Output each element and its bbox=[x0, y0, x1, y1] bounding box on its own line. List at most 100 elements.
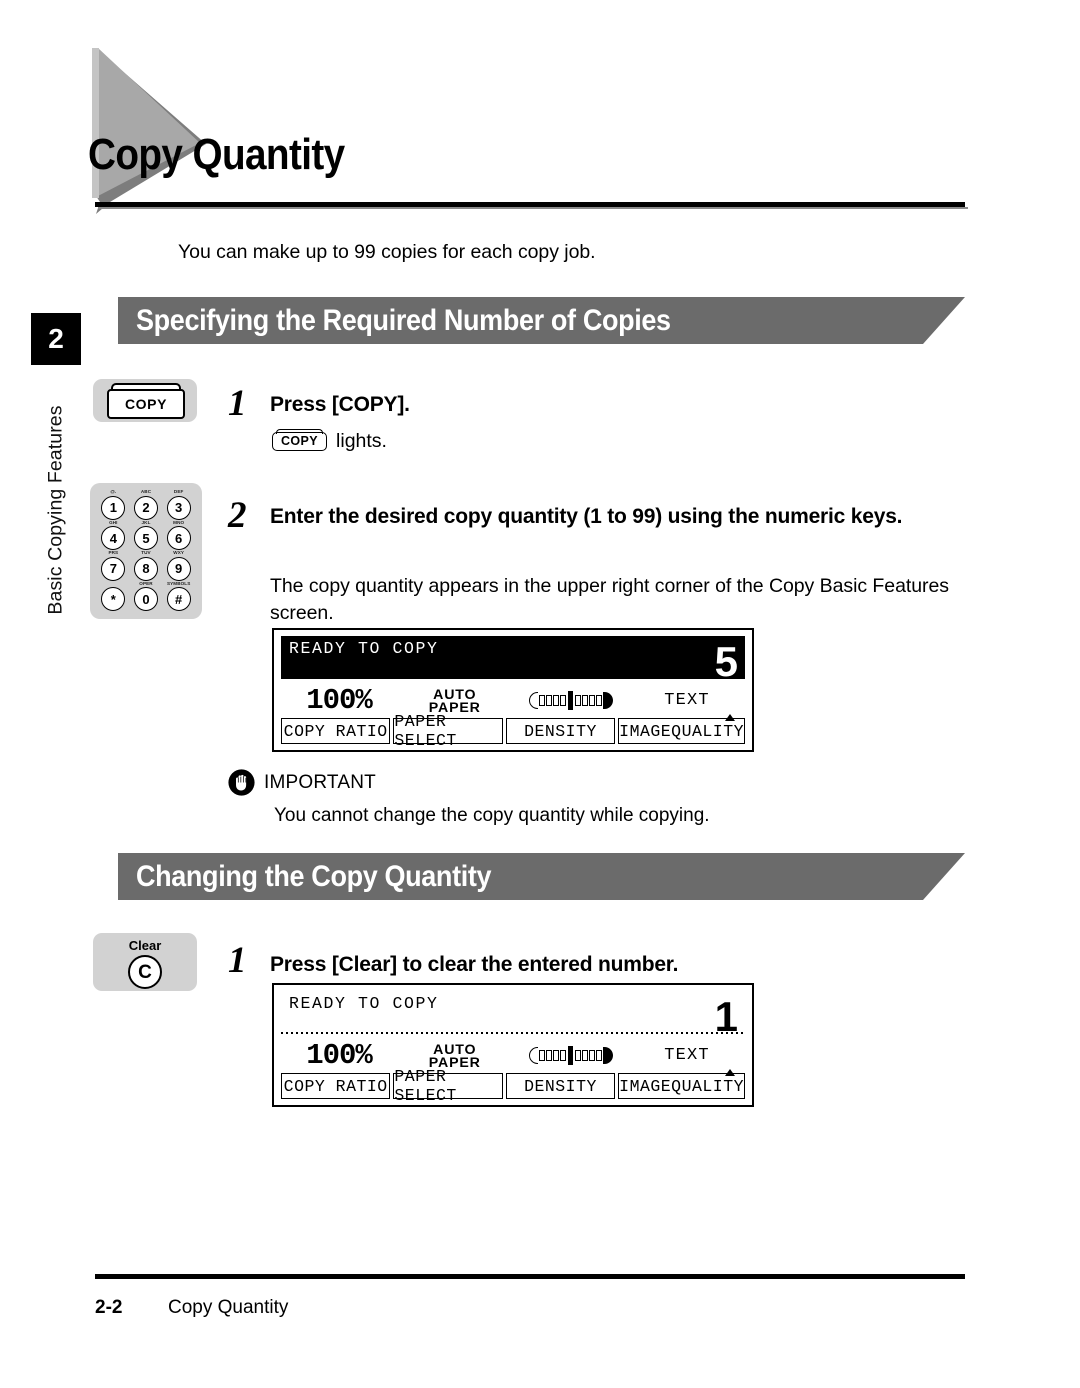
step-heading-enter-quantity: Enter the desired copy quantity (1 to 99… bbox=[270, 505, 903, 528]
keypad-key-sublabel: GHI bbox=[109, 519, 118, 525]
step-body-quantity-location: The copy quantity appears in the upper r… bbox=[270, 575, 949, 624]
intro-paragraph: You can make up to 99 copies for each co… bbox=[178, 241, 596, 263]
keypad-key-sublabel: ABC bbox=[140, 489, 152, 494]
step-number-2: 2 bbox=[228, 495, 247, 536]
lcd-image-quality-value-cell: TEXT bbox=[629, 1038, 745, 1073]
step-heading-press-copy: Press [COPY]. bbox=[270, 393, 410, 416]
clear-key-label: Clear bbox=[128, 938, 162, 953]
section-header-label: Specifying the Required Number of Copies bbox=[136, 303, 671, 337]
lcd-button-row: COPY RATIO PAPER SELECT DENSITY IMAGEQUA… bbox=[281, 1067, 745, 1105]
hand-icon bbox=[228, 769, 255, 796]
lcd-value-row: 100% AUTO PAPER TEXT bbox=[281, 683, 745, 718]
lcd-button-image-quality[interactable]: IMAGEQUALITY bbox=[618, 1069, 745, 1099]
lcd-button-copy-ratio[interactable]: COPY RATIO bbox=[281, 1073, 391, 1099]
footer-page-number: 2-2 bbox=[95, 1297, 123, 1318]
footer-rule bbox=[95, 1274, 965, 1279]
important-note-header: IMPORTANT bbox=[228, 769, 928, 796]
keypad-key-digit: * bbox=[101, 587, 126, 611]
keypad-key: * bbox=[97, 582, 130, 613]
numeric-keypad-illustration: @. 1 ABC 2 DEF 3 GHI 4 JKL 5 MNO 6 PRS 7… bbox=[90, 483, 202, 619]
lcd-status-bar: READY TO COPY 1 bbox=[281, 991, 745, 1038]
lcd-copy-ratio-value-cell: 100% bbox=[281, 1038, 397, 1073]
keypad-key-digit: 2 bbox=[133, 495, 158, 520]
keypad-key: OPER 0 bbox=[130, 580, 163, 613]
inline-copy-key-icon: COPY bbox=[272, 429, 328, 452]
keypad-key-digit: 9 bbox=[166, 556, 191, 581]
section-header-specifying-copies: Specifying the Required Number of Copies bbox=[118, 297, 965, 344]
lcd-screen-copy-basic-features-qty5: READY TO COPY 5 100% AUTO PAPER TEXT COP… bbox=[272, 628, 754, 752]
keypad-key-sublabel: OPER bbox=[139, 580, 153, 586]
keypad-key-digit: 3 bbox=[166, 495, 191, 520]
keypad-key-digit: 6 bbox=[166, 526, 191, 550]
lcd-copy-ratio-value: 100% bbox=[306, 684, 373, 717]
chapter-number-tab: 2 bbox=[31, 313, 81, 365]
running-head-vertical: Basic Copying Features bbox=[32, 380, 80, 640]
keypad-key: WXY 9 bbox=[162, 550, 195, 582]
important-note-title: IMPORTANT bbox=[264, 771, 376, 793]
lcd-copy-quantity: 5 bbox=[714, 638, 738, 685]
title-rule bbox=[95, 202, 968, 209]
keypad-key: PRS 7 bbox=[97, 550, 130, 582]
keypad-key-digit: 5 bbox=[133, 526, 158, 550]
copy-lights-line: COPY lights. bbox=[272, 429, 387, 453]
step-heading-press-clear: Press [Clear] to clear the entered numbe… bbox=[270, 953, 679, 976]
page-title: Copy Quantity bbox=[88, 130, 345, 179]
lcd-status-bar: READY TO COPY 5 bbox=[281, 636, 745, 683]
lcd-density-value-cell bbox=[513, 1038, 629, 1073]
keypad-key-sublabel: SYMBOLS bbox=[166, 580, 191, 586]
lcd-image-quality-value-cell: TEXT bbox=[629, 683, 745, 718]
keypad-key: JKL 5 bbox=[130, 519, 163, 552]
keypad-key: MNO 6 bbox=[162, 519, 195, 552]
density-gauge-icon bbox=[529, 1046, 613, 1065]
chapter-number-label: 2 bbox=[48, 323, 64, 354]
section-header-label: Changing the Copy Quantity bbox=[136, 859, 492, 893]
lcd-button-density[interactable]: DENSITY bbox=[505, 718, 616, 744]
density-gauge-icon bbox=[529, 691, 613, 710]
keypad-key-digit: 7 bbox=[101, 556, 126, 581]
keypad-key-digit: 8 bbox=[133, 556, 158, 581]
keypad-key-sublabel: JKL bbox=[141, 519, 151, 525]
keypad-key-digit: 4 bbox=[101, 526, 126, 550]
lcd-button-copy-ratio[interactable]: COPY RATIO bbox=[281, 718, 391, 744]
keypad-key-digit: 1 bbox=[101, 495, 126, 520]
keypad-key-sublabel: PRS bbox=[108, 550, 119, 555]
lcd-copy-ratio-value-cell: 100% bbox=[281, 683, 397, 718]
step-number-1-clear: 1 bbox=[228, 940, 247, 981]
running-head-label: Basic Copying Features bbox=[44, 405, 67, 615]
lcd-button-paper-select[interactable]: PAPER SELECT bbox=[393, 1067, 503, 1105]
lcd-status-text: READY TO COPY bbox=[289, 994, 439, 1013]
keypad-key: TUV 8 bbox=[130, 550, 163, 582]
lcd-dotted-separator bbox=[281, 1032, 745, 1034]
keypad-key: SYMBOLS # bbox=[162, 580, 195, 613]
keypad-key: ABC 2 bbox=[130, 489, 163, 521]
lcd-button-row: COPY RATIO PAPER SELECT DENSITY IMAGEQUA… bbox=[281, 712, 745, 750]
lcd-value-row: 100% AUTO PAPER TEXT bbox=[281, 1038, 745, 1073]
lcd-density-value-cell bbox=[513, 683, 629, 718]
keypad-key: GHI 4 bbox=[97, 519, 130, 552]
lcd-paper-select-value: AUTO PAPER bbox=[429, 1042, 481, 1069]
lcd-button-image-quality[interactable]: IMAGEQUALITY bbox=[618, 714, 745, 744]
keypad-key-sublabel: DEF bbox=[173, 489, 184, 494]
lcd-screen-copy-basic-features-qty1: READY TO COPY 1 100% AUTO PAPER TEXT COP… bbox=[272, 983, 754, 1107]
clear-key-illustration: Clear C bbox=[93, 933, 197, 991]
keypad-key: DEF 3 bbox=[162, 489, 195, 521]
keypad-key: @. 1 bbox=[97, 489, 130, 521]
important-note: IMPORTANT You cannot change the copy qua… bbox=[228, 769, 928, 829]
lcd-image-quality-value: TEXT bbox=[664, 691, 710, 710]
important-note-body: You cannot change the copy quantity whil… bbox=[274, 805, 710, 826]
keypad-grid: @. 1 ABC 2 DEF 3 GHI 4 JKL 5 MNO 6 PRS 7… bbox=[97, 489, 195, 613]
keypad-key-sublabel: TUV bbox=[141, 550, 151, 555]
step-number-1: 1 bbox=[228, 383, 247, 424]
clear-key-glyph: C bbox=[128, 955, 162, 989]
lcd-image-quality-value: TEXT bbox=[664, 1046, 710, 1065]
copy-key-label: COPY bbox=[107, 389, 185, 419]
lcd-status-text: READY TO COPY bbox=[289, 639, 439, 658]
lcd-paper-select-value: AUTO PAPER bbox=[429, 687, 481, 714]
lcd-button-density[interactable]: DENSITY bbox=[505, 1073, 616, 1099]
keypad-key-sublabel: MNO bbox=[173, 519, 185, 525]
lcd-copy-ratio-value: 100% bbox=[306, 1039, 373, 1072]
lcd-button-paper-select[interactable]: PAPER SELECT bbox=[393, 712, 503, 750]
section-header-changing-copy-quantity: Changing the Copy Quantity bbox=[118, 853, 965, 900]
keypad-key-digit: 0 bbox=[133, 587, 158, 611]
copy-lights-text: lights. bbox=[336, 430, 387, 452]
